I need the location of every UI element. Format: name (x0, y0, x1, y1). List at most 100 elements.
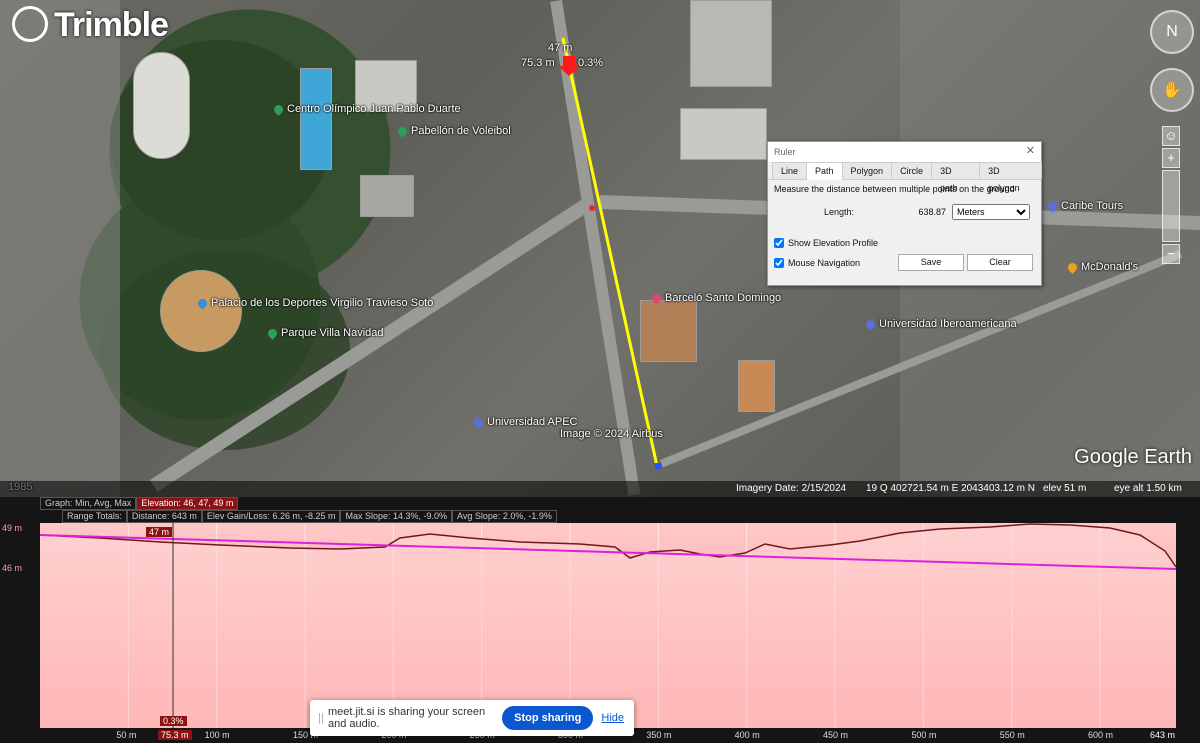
save-button[interactable]: Save (898, 254, 964, 271)
ruler-dialog: Ruler ✕ Line Path Polygon Circle 3D path… (767, 141, 1042, 286)
share-message: meet.jit.si is sharing your screen and a… (328, 706, 486, 730)
navigation-controls: N ✋ ☺ + − (1150, 10, 1194, 266)
stadium (133, 52, 190, 159)
marker-elevation: 47 m (548, 42, 573, 54)
terrain-area (40, 524, 1176, 728)
tab-polygon[interactable]: Polygon (841, 162, 893, 179)
poi-universidad-apec[interactable]: Universidad APEC (472, 415, 578, 429)
map-pin-icon (266, 326, 279, 340)
x-tick-label: 550 m (999, 730, 1025, 740)
x-tick-label: 50 m (116, 730, 137, 740)
unit-select[interactable]: Meters (952, 204, 1030, 220)
tab-3d-polygon[interactable]: 3D polygon (979, 162, 1042, 193)
eye-altitude: eye alt 1.50 km (1114, 483, 1182, 494)
street-view-pegman-icon[interactable]: ☺ (1162, 126, 1180, 146)
ground-elevation: elev 51 m (1043, 483, 1087, 494)
profile-legend-row: Graph: Min, Avg, Max Elevation: 46, 47, … (40, 497, 239, 510)
tab-circle[interactable]: Circle (891, 162, 933, 179)
map-pin-icon (864, 317, 877, 331)
ruler-description: Measure the distance between multiple po… (774, 184, 1015, 194)
poi-barcelo[interactable]: Barceló Santo Domingo (650, 291, 781, 305)
imagery-date: Imagery Date: 2/15/2024 (736, 483, 847, 494)
x-tick-label: 500 m (911, 730, 937, 740)
y-tick-label: 46 m (2, 563, 23, 573)
tab-line[interactable]: Line (772, 162, 808, 179)
compass-icon: N (1166, 23, 1178, 40)
ruler-tabs: Line Path Polygon Circle 3D path 3D poly… (768, 162, 1042, 193)
zoom-out-icon[interactable]: − (1162, 244, 1180, 264)
poi-universidad-iberoamericana[interactable]: Universidad Iberoamericana (864, 317, 1017, 331)
poi-mcdonalds[interactable]: McDonald's (1066, 260, 1138, 274)
building (738, 360, 775, 412)
cursor-slope-tag: 0.3% (160, 716, 187, 726)
elev-gain-loss: Elev Gain/Loss: 6.26 m, -8.25 m (201, 510, 341, 523)
pool (300, 68, 332, 170)
graph-stats-label: Graph: Min, Avg, Max (40, 497, 137, 510)
hand-icon: ✋ (1162, 82, 1182, 99)
building (360, 175, 414, 217)
tab-3d-path[interactable]: 3D path (931, 162, 981, 193)
building (640, 300, 697, 362)
urban-block (0, 0, 120, 497)
mouse-navigation-checkbox[interactable] (774, 257, 784, 268)
hide-link[interactable]: Hide (601, 712, 624, 724)
compass-look-control[interactable]: N (1150, 10, 1194, 54)
map-pin-icon (196, 296, 209, 310)
x-tick-label: 100 m (204, 730, 230, 740)
avg-slope: Avg Slope: 2.0%, -1.9% (452, 510, 557, 523)
building (680, 108, 767, 160)
trimble-globe-icon (12, 6, 48, 43)
x-tick-label: 350 m (646, 730, 672, 740)
x-tick-label: 400 m (734, 730, 760, 740)
y-tick-label: 49 m (2, 523, 23, 533)
poi-parque-villa-navidad[interactable]: Parque Villa Navidad (266, 326, 384, 340)
marker-slope: 0.3% (578, 57, 604, 69)
distance-total: Distance: 643 m (126, 510, 202, 523)
trimble-logo: Trimble (12, 6, 169, 45)
status-bar: Imagery Date: 2/15/2024 19 Q 402721.54 m… (0, 481, 1200, 497)
tab-path[interactable]: Path (806, 162, 843, 180)
imagery-credit: Image © 2024 Airbus (560, 428, 663, 440)
show-elevation-profile-label: Show Elevation Profile (788, 238, 879, 248)
poi-pabellon-voleibol[interactable]: Pabellón de Voleibol (396, 124, 511, 138)
map-pin-icon (1066, 260, 1079, 274)
move-control[interactable]: ✋ (1150, 68, 1194, 112)
map-pin-icon (396, 124, 409, 138)
dialog-title: Ruler (768, 142, 1041, 162)
range-totals-label: Range Totals: (62, 510, 127, 523)
google-earth-watermark: Google Earth (1074, 446, 1192, 468)
x-tick-label: 450 m (823, 730, 849, 740)
x-end-label: 643 m (1150, 730, 1176, 740)
length-value: 638.87 (918, 207, 946, 217)
cursor-coordinates: 19 Q 402721.54 m E 2043403.12 m N (866, 483, 1036, 494)
length-label: Length: (823, 207, 854, 217)
ruler-endpoint (655, 463, 661, 469)
max-slope: Max Slope: 14.3%, -9.0% (340, 510, 453, 523)
x-tick-label: 600 m (1088, 730, 1114, 740)
mouse-navigation-label: Mouse Navigation (788, 257, 861, 268)
marker-distance: 75.3 m (521, 57, 555, 69)
poi-caribe-tours[interactable]: Caribe Tours (1046, 199, 1123, 213)
elevation-stats: Elevation: 46, 47, 49 m (136, 497, 239, 510)
show-elevation-profile-checkbox[interactable] (774, 238, 784, 248)
drag-handle-icon[interactable]: || (314, 712, 328, 724)
cursor-elevation-tag: 47 m (146, 527, 173, 537)
screen-share-banner: || meet.jit.si is sharing your screen an… (310, 700, 634, 736)
profile-totals-row: Range Totals: Distance: 643 m Elev Gain/… (40, 510, 557, 523)
zoom-track[interactable] (1162, 170, 1180, 242)
cursor-distance-tag: 75.3 m (158, 730, 192, 740)
dome-building (160, 270, 242, 352)
close-icon[interactable]: ✕ (1026, 144, 1035, 157)
elevation-plot[interactable] (40, 523, 1176, 728)
map-pin-icon (472, 415, 485, 429)
clear-button[interactable]: Clear (967, 254, 1033, 271)
stop-sharing-button[interactable]: Stop sharing (502, 706, 594, 730)
poi-palacio-deportes[interactable]: Palacio de los Deportes Virgilio Travies… (196, 296, 433, 310)
poi-centro-olimpico[interactable]: Centro Olímpico Juan Pablo Duarte (272, 102, 461, 116)
map-pin-icon (272, 102, 285, 116)
building (690, 0, 772, 87)
zoom-slider[interactable]: ☺ + − (1162, 126, 1180, 264)
map-pin-icon (1046, 199, 1059, 213)
zoom-in-icon[interactable]: + (1162, 148, 1180, 168)
map-pin-icon (650, 291, 663, 305)
